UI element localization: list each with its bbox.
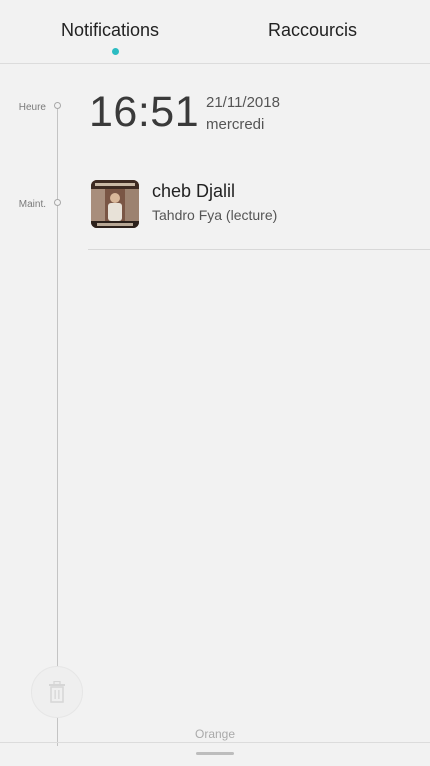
timeline-now-dot bbox=[54, 199, 61, 206]
tab-shortcuts[interactable]: Raccourcis bbox=[268, 20, 357, 41]
timeline-hour-dot bbox=[54, 102, 61, 109]
notification-subtitle: Tahdro Fya (lecture) bbox=[152, 207, 278, 223]
tab-bar: Notifications Raccourcis bbox=[0, 0, 430, 64]
timeline-now-label: Maint. bbox=[18, 199, 46, 210]
clock-time: 16:51 bbox=[89, 88, 200, 136]
bottom-divider bbox=[0, 742, 430, 743]
active-tab-indicator bbox=[112, 48, 119, 55]
clock-weekday: mercredi bbox=[206, 116, 265, 133]
clear-notifications-button[interactable] bbox=[31, 666, 83, 718]
notification-title: cheb Djalil bbox=[152, 181, 236, 201]
carrier-label: Orange bbox=[194, 727, 236, 741]
tab-notifications[interactable]: Notifications bbox=[61, 20, 159, 41]
timeline-hour-label: Heure bbox=[18, 102, 46, 113]
album-art-thumbnail bbox=[91, 180, 139, 228]
drag-handle-icon[interactable] bbox=[196, 752, 234, 755]
music-notification[interactable]: cheb Djalil Tahdro Fya (lecture) bbox=[88, 172, 430, 250]
clock-date: 21/11/2018 bbox=[206, 94, 280, 111]
